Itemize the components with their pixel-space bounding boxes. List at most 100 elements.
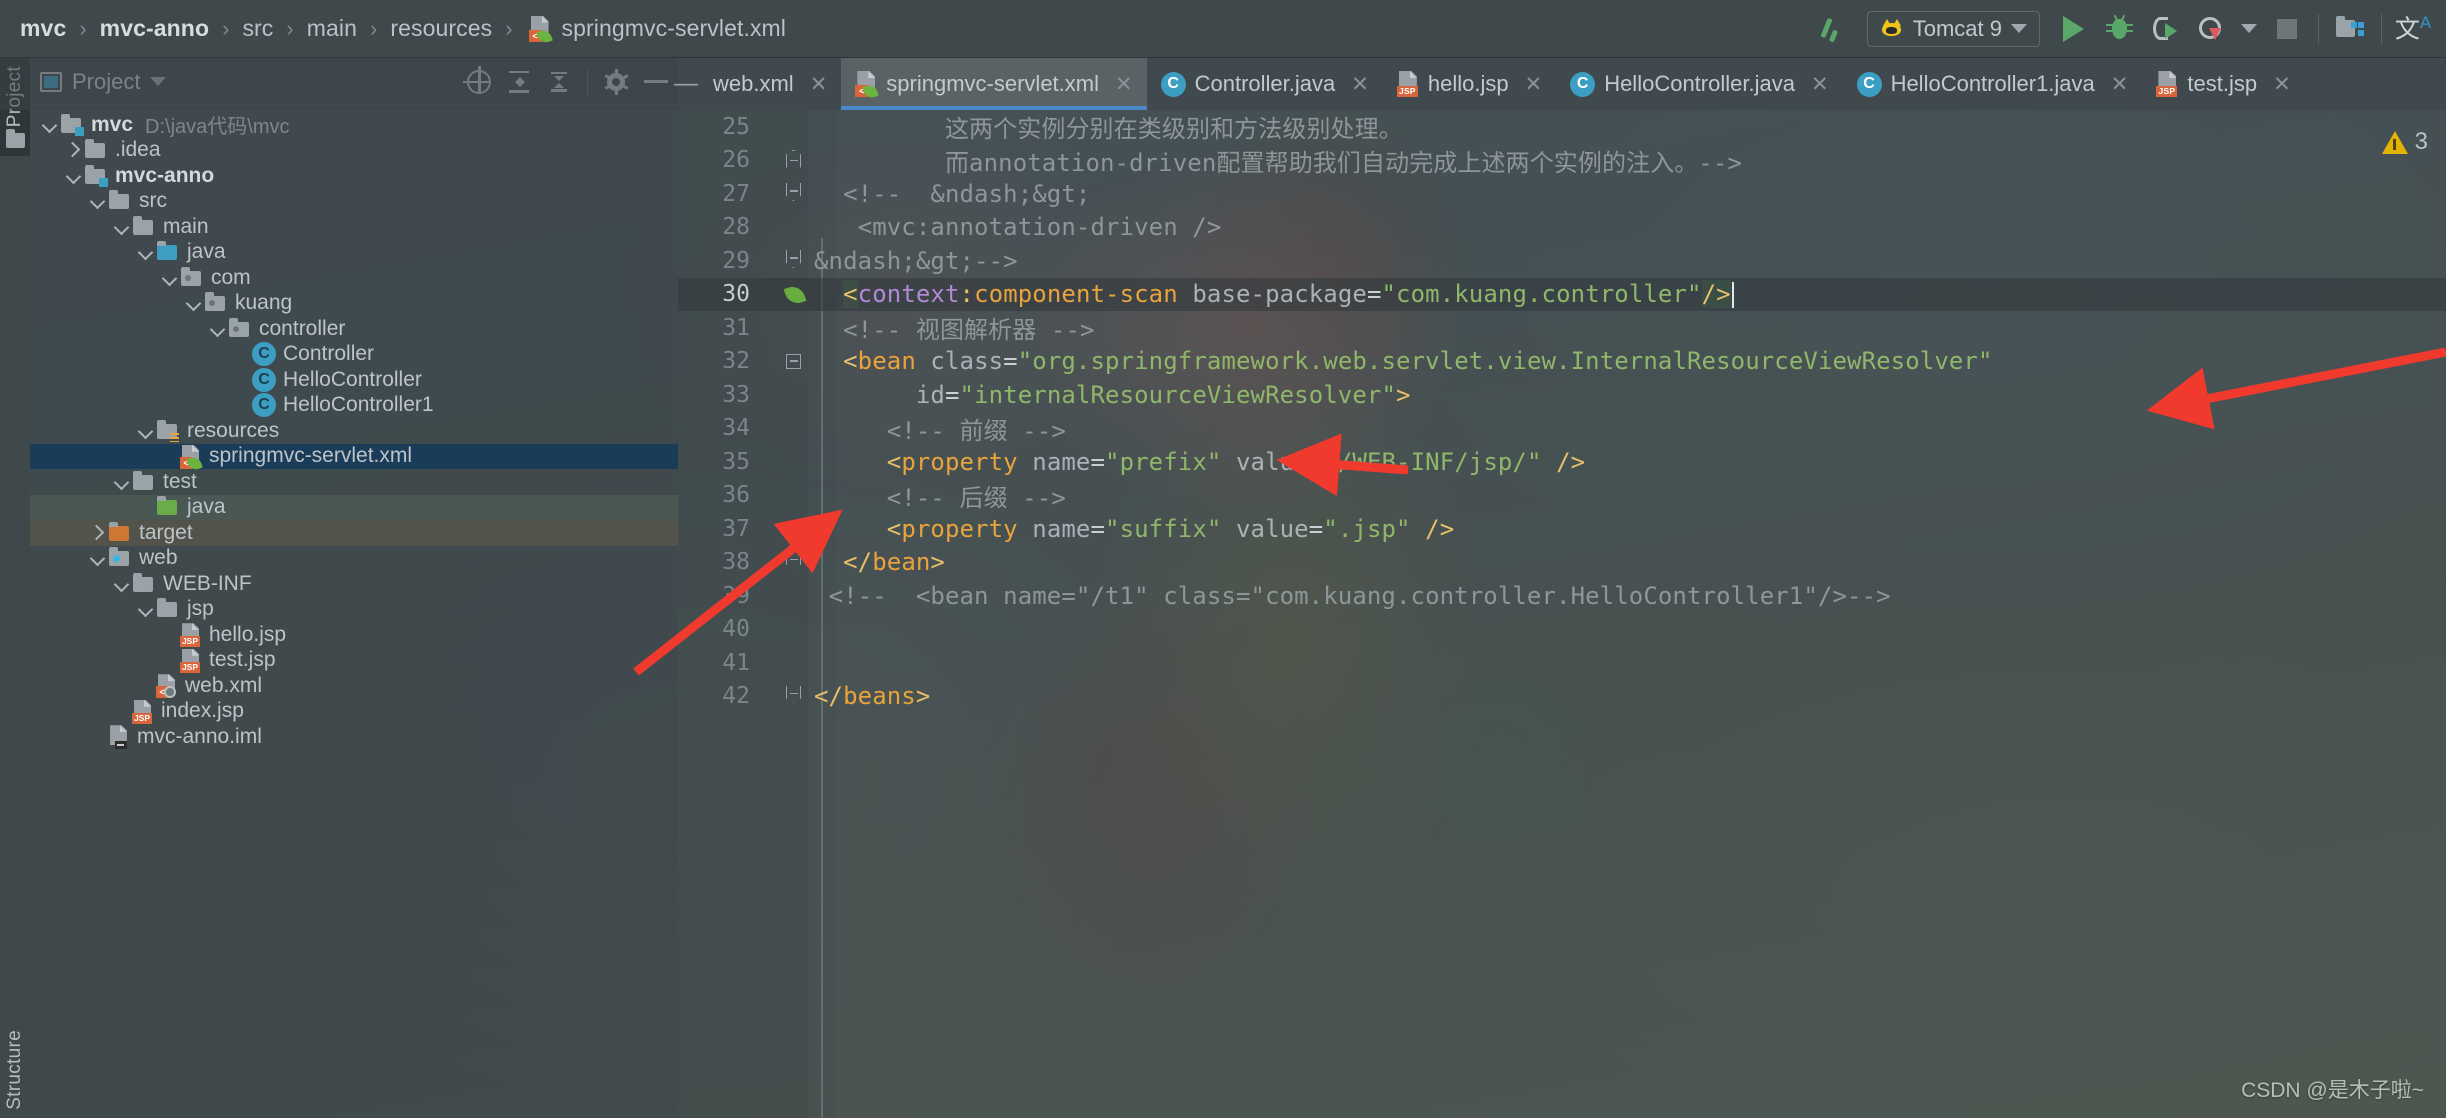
chevron-down-icon[interactable] <box>134 420 156 442</box>
tree-node-hellocontroller1[interactable]: C HelloController1 <box>30 393 678 419</box>
translate-button[interactable]: 文A <box>2390 6 2436 52</box>
tab-test-jsp[interactable]: JSP test.jsp ✕ <box>2142 58 2304 110</box>
tab-close-icon[interactable]: ✕ <box>1351 74 1369 95</box>
chevron-down-icon[interactable] <box>110 573 132 595</box>
tab-hellocontroller-java[interactable]: C HelloController.java ✕ <box>1556 58 1842 110</box>
run-with-coverage-button[interactable] <box>2142 6 2188 52</box>
tab-close-icon[interactable]: ✕ <box>2273 74 2291 95</box>
chevron-down-icon[interactable] <box>86 190 108 212</box>
tab-close-icon[interactable]: ✕ <box>2111 74 2129 95</box>
editor-line-31[interactable]: 31 <!-- 视图解析器 --> <box>678 311 2446 345</box>
run-configuration-selector[interactable]: Tomcat 9 <box>1866 10 2040 47</box>
editor-line-41[interactable]: 41 <box>678 646 2446 680</box>
fold-region-end-icon[interactable] <box>786 183 801 201</box>
code-editor[interactable]: 25 这两个实例分别在类级别和方法级别处理。 26 而annotation-dri… <box>678 110 2446 1118</box>
editor-line-25[interactable]: 25 这两个实例分别在类级别和方法级别处理。 <box>678 110 2446 144</box>
line-gutter[interactable] <box>750 445 808 479</box>
tree-node-java[interactable]: java <box>30 494 678 520</box>
fold-region-end-icon[interactable] <box>786 685 801 704</box>
line-gutter[interactable] <box>750 378 808 412</box>
line-gutter[interactable] <box>750 244 808 278</box>
chevron-down-icon[interactable] <box>38 114 60 136</box>
tree-node-com[interactable]: com <box>30 265 678 291</box>
line-gutter[interactable] <box>750 646 808 680</box>
line-gutter[interactable] <box>750 680 808 714</box>
editor-line-28[interactable]: 28 <mvc:annotation-driven /> <box>678 211 2446 245</box>
chevron-down-icon[interactable] <box>86 547 108 569</box>
editor-line-37[interactable]: 37 <property name="suffix" value=".jsp" … <box>678 512 2446 546</box>
chevron-down-icon[interactable] <box>182 292 204 314</box>
chevron-down-icon[interactable] <box>110 471 132 493</box>
profile-button[interactable] <box>2188 6 2234 52</box>
line-gutter[interactable] <box>750 345 808 379</box>
stop-button[interactable] <box>2264 6 2310 52</box>
tree-node--idea[interactable]: .idea <box>30 138 678 164</box>
editor-line-35[interactable]: 35 <property name="prefix" value="/WEB-I… <box>678 445 2446 479</box>
inspection-warning-badge[interactable]: 3 <box>2381 128 2428 156</box>
tree-node-web-inf[interactable]: WEB-INF <box>30 571 678 597</box>
spring-bean-gutter-icon[interactable] <box>783 283 807 306</box>
tree-node-springmvc-servlet-xml[interactable]: < springmvc-servlet.xml <box>30 443 678 472</box>
chevron-down-icon[interactable] <box>134 241 156 263</box>
line-gutter[interactable] <box>750 278 808 312</box>
tool-window-button-structure[interactable]: Structure <box>0 1022 30 1118</box>
editor-line-30[interactable]: 30 <context:component-scan base-package=… <box>678 277 2446 312</box>
tree-node-web[interactable]: web <box>30 546 678 572</box>
line-gutter[interactable] <box>750 512 808 546</box>
chevron-right-icon[interactable] <box>62 139 84 161</box>
tree-node-index-jsp[interactable]: JSP index.jsp <box>30 699 678 725</box>
build-project-button[interactable] <box>1811 6 1857 52</box>
breadcrumb-item-file[interactable]: < springmvc-servlet.xml <box>528 15 788 45</box>
tree-node-mvc-anno[interactable]: mvc-anno <box>30 163 678 189</box>
tab-close-icon[interactable]: ✕ <box>1811 74 1829 95</box>
tree-node-jsp[interactable]: jsp <box>30 597 678 623</box>
breadcrumb-item-main[interactable]: main <box>305 15 359 42</box>
line-gutter[interactable] <box>750 211 808 245</box>
profile-dropdown-button[interactable] <box>2234 6 2264 52</box>
tree-node-test-jsp[interactable]: JSP test.jsp <box>30 648 678 674</box>
tab-close-icon[interactable]: ✕ <box>810 74 828 95</box>
editor-line-42[interactable]: 42 </beans> <box>678 680 2446 714</box>
line-gutter[interactable] <box>750 412 808 446</box>
editor-line-39[interactable]: 39 <!-- <bean name="/t1" class="com.kuan… <box>678 579 2446 613</box>
fold-region-end-icon[interactable] <box>786 250 801 268</box>
tree-node-hellocontroller[interactable]: C HelloController <box>30 367 678 393</box>
editor-line-29[interactable]: 29 &ndash;&gt;--> <box>678 244 2446 278</box>
editor-line-40[interactable]: 40 <box>678 613 2446 647</box>
line-gutter[interactable] <box>750 613 808 647</box>
tree-node-main[interactable]: main <box>30 214 678 240</box>
line-gutter[interactable] <box>750 110 808 144</box>
debug-button[interactable] <box>2096 6 2142 52</box>
chevron-down-icon[interactable] <box>110 216 132 238</box>
breadcrumb-item-src[interactable]: src <box>240 15 275 42</box>
tab-springmvc-servlet-xml[interactable]: < springmvc-servlet.xml ✕ <box>841 58 1147 110</box>
line-gutter[interactable] <box>750 479 808 513</box>
breadcrumb-item-mvc-anno[interactable]: mvc-anno <box>98 15 211 42</box>
fold-region-start-icon[interactable] <box>786 149 801 168</box>
line-gutter[interactable] <box>750 546 808 580</box>
line-gutter[interactable] <box>750 311 808 345</box>
tree-node-src[interactable]: src <box>30 189 678 215</box>
chevron-right-icon[interactable] <box>86 522 108 544</box>
editor-line-27[interactable]: 27 <!-- &ndash;&gt; <box>678 177 2446 211</box>
tree-node-java[interactable]: java <box>30 240 678 266</box>
editor-line-26[interactable]: 26 而annotation-driven配置帮助我们自动完成上述两个实例的注入… <box>678 144 2446 178</box>
chevron-down-icon[interactable] <box>134 598 156 620</box>
tree-node-controller[interactable]: controller <box>30 316 678 342</box>
tab-controller-java[interactable]: C Controller.java ✕ <box>1147 58 1383 110</box>
editor-line-38[interactable]: 38 </bean> <box>678 546 2446 580</box>
tree-node-mvc-anno-iml[interactable]: mvc-anno.iml <box>30 724 678 750</box>
tab-close-icon[interactable]: ✕ <box>1115 74 1133 95</box>
tree-node-target[interactable]: target <box>30 520 678 546</box>
tab-web-xml[interactable]: — web.xml ✕ <box>660 58 841 110</box>
tab-hello-jsp[interactable]: JSP hello.jsp ✕ <box>1383 58 1556 110</box>
tab-hellocontroller1-java[interactable]: C HelloController1.java ✕ <box>1843 58 2143 110</box>
editor-line-36[interactable]: 36 <!-- 后缀 --> <box>678 479 2446 513</box>
update-application-button[interactable] <box>2327 6 2373 52</box>
line-gutter[interactable] <box>750 177 808 211</box>
tab-close-icon[interactable]: ✕ <box>1525 74 1543 95</box>
chevron-down-icon[interactable] <box>158 267 180 289</box>
editor-line-32[interactable]: 32 <bean class="org.springframework.web.… <box>678 345 2446 379</box>
tree-node-resources[interactable]: resources <box>30 418 678 444</box>
line-gutter[interactable] <box>750 144 808 178</box>
